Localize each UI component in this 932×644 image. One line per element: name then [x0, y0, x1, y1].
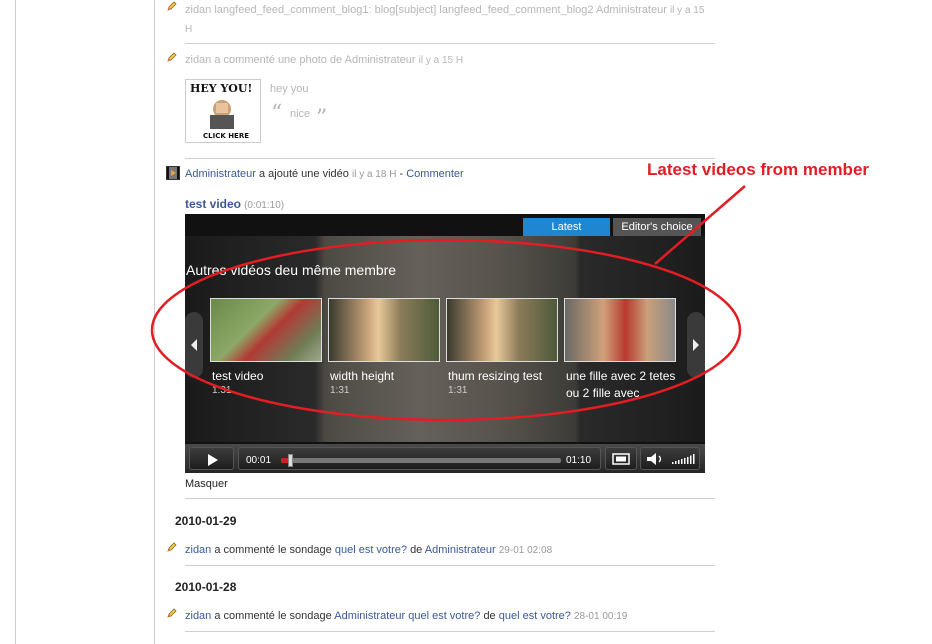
annotation-overlay: [150, 185, 746, 422]
annotation-ellipse: [150, 238, 742, 422]
annotation-label: Latest videos from member: [647, 160, 870, 179]
annotation-pointer: [654, 185, 746, 265]
